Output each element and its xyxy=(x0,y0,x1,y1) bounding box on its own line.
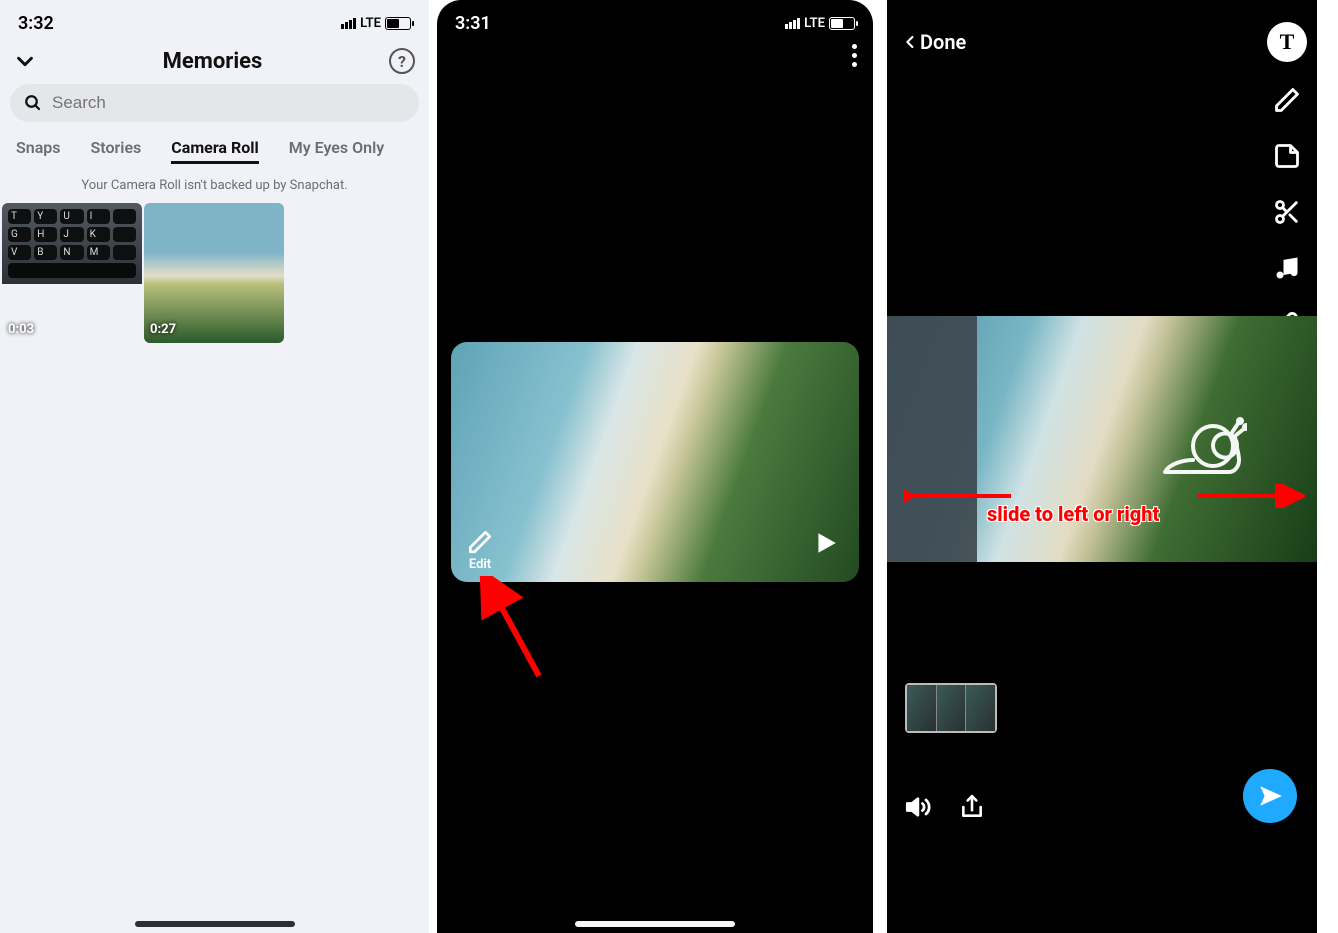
filter-overlay xyxy=(887,316,977,562)
network-label: LTE xyxy=(804,16,825,31)
draw-tool-button[interactable] xyxy=(1269,82,1305,118)
editor-canvas[interactable]: slide to left or right xyxy=(887,316,1317,562)
search-input[interactable] xyxy=(52,93,405,113)
home-indicator[interactable] xyxy=(135,921,295,927)
tab-camera-roll[interactable]: Camera Roll xyxy=(171,138,258,164)
annotation-arrow-icon xyxy=(479,576,559,686)
page-title: Memories xyxy=(36,49,389,74)
video-preview[interactable]: Edit xyxy=(451,342,859,582)
status-bar: 3:31 LTE xyxy=(437,0,873,40)
annotation-arrow-right-icon xyxy=(1195,484,1305,508)
video-thumb[interactable]: 0:27 xyxy=(144,203,284,343)
backup-note: Your Camera Roll isn't backed up by Snap… xyxy=(0,174,429,203)
speaker-icon xyxy=(905,793,933,821)
scissors-icon xyxy=(1273,198,1301,226)
search-field[interactable] xyxy=(10,84,419,122)
keyboard-preview: TYUI GHJK VBNM xyxy=(2,203,142,284)
export-icon xyxy=(959,793,985,821)
send-icon xyxy=(1257,783,1283,809)
play-icon[interactable] xyxy=(813,530,839,556)
status-time: 3:31 xyxy=(455,13,491,34)
chevron-down-icon[interactable] xyxy=(14,50,36,72)
memories-header: Memories ? xyxy=(0,40,429,84)
home-indicator[interactable] xyxy=(575,921,735,927)
done-button[interactable]: Done xyxy=(903,30,966,54)
video-duration: 0:27 xyxy=(150,322,176,337)
pencil-icon xyxy=(467,529,493,555)
sticker-tool-button[interactable] xyxy=(1269,138,1305,174)
chevron-left-icon xyxy=(903,32,918,52)
status-right: LTE xyxy=(785,16,855,31)
signal-icon xyxy=(341,18,356,29)
snail-filter-icon xyxy=(1161,416,1247,476)
more-options-button[interactable] xyxy=(852,44,857,67)
help-icon[interactable]: ? xyxy=(389,48,415,74)
music-tool-button[interactable] xyxy=(1269,250,1305,286)
status-bar: 3:32 LTE xyxy=(0,0,429,40)
beach-media xyxy=(451,342,859,582)
preview-screen: 3:31 LTE Edit xyxy=(437,0,873,933)
video-thumb[interactable]: TYUI GHJK VBNM 0:03 xyxy=(2,203,142,343)
signal-icon xyxy=(785,18,800,29)
memories-tabs: Snaps Stories Camera Roll My Eyes Only xyxy=(0,122,429,174)
text-tool-button[interactable]: T xyxy=(1267,22,1307,62)
tab-my-eyes-only[interactable]: My Eyes Only xyxy=(289,138,384,164)
bottom-toolbar xyxy=(905,793,985,821)
camera-roll-grid: TYUI GHJK VBNM 0:03 0:27 xyxy=(0,203,429,343)
tab-snaps[interactable]: Snaps xyxy=(16,138,61,164)
send-button[interactable] xyxy=(1243,769,1297,823)
status-time: 3:32 xyxy=(18,13,54,34)
edit-screen: Done T xyxy=(887,0,1317,933)
done-label: Done xyxy=(920,30,966,54)
tab-stories[interactable]: Stories xyxy=(91,138,142,164)
cut-tool-button[interactable] xyxy=(1269,194,1305,230)
video-duration: 0:03 xyxy=(8,322,34,337)
sound-button[interactable] xyxy=(905,793,933,821)
search-icon xyxy=(24,94,42,112)
save-button[interactable] xyxy=(959,793,985,821)
battery-icon xyxy=(829,17,855,30)
annotation-text: slide to left or right xyxy=(987,502,1159,526)
edit-label: Edit xyxy=(467,557,493,572)
memories-screen: 3:32 LTE Memories ? Snaps Stories Camera… xyxy=(0,0,429,933)
sticker-icon xyxy=(1273,142,1301,170)
pencil-icon xyxy=(1273,86,1301,114)
status-right: LTE xyxy=(341,16,411,31)
clip-timeline[interactable] xyxy=(905,683,997,733)
network-label: LTE xyxy=(360,16,381,31)
battery-icon xyxy=(385,17,411,30)
music-icon xyxy=(1273,254,1301,282)
edit-button[interactable]: Edit xyxy=(467,529,493,572)
